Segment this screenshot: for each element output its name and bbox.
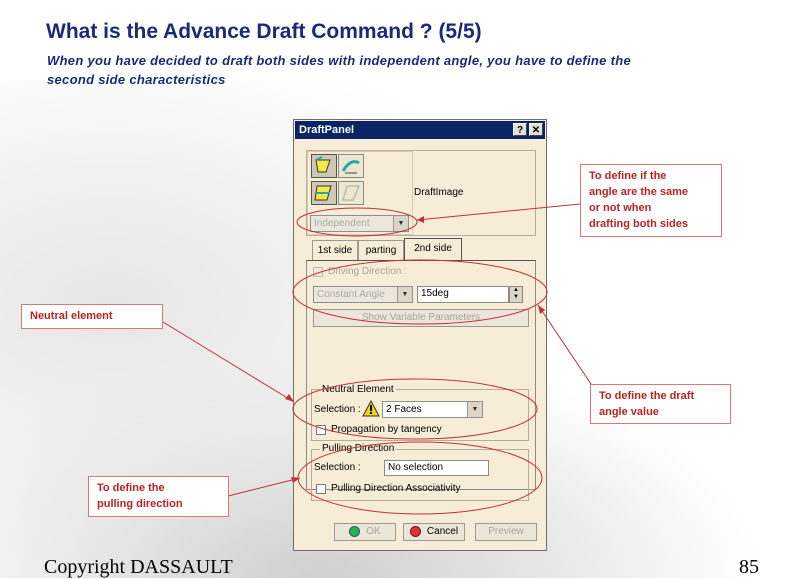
angle-highlight-ellipse [292, 259, 548, 325]
callout-same-angle-line-3: or not when [589, 202, 652, 214]
arrowhead-angle [538, 305, 545, 314]
callout-draft-angle-line-1: To define the draft [599, 390, 695, 402]
callout-same-angle-line-2: angle are the same [589, 186, 689, 198]
callout-pulling-line-2: pulling direction [97, 498, 183, 510]
callout-neutral-line: Neutral element [30, 310, 113, 322]
callout-pulling-direction: To define the pulling direction [88, 476, 229, 517]
callout-line-mode [416, 203, 581, 221]
callout-same-angle-line-1: To define if the [589, 170, 667, 182]
callout-line-neutral [162, 321, 295, 403]
pulling-highlight-ellipse [297, 441, 543, 515]
callout-line-angle [537, 304, 596, 391]
mode-highlight-ellipse [296, 207, 418, 237]
callout-draft-angle-line-2: angle value [599, 406, 659, 418]
callout-pulling-line-1: To define the [97, 482, 165, 494]
callout-line-pulling [227, 477, 301, 497]
callout-same-angle: To define if the angle are the same or n… [580, 164, 722, 237]
arrowhead-neutral [285, 394, 294, 402]
neutral-highlight-ellipse [292, 378, 538, 440]
arrowhead-mode [417, 216, 424, 223]
callout-same-angle-line-4: drafting both sides [589, 218, 688, 230]
copyright-footer: Copyright DASSAULT [44, 556, 233, 578]
callout-neutral-element: Neutral element [21, 304, 163, 329]
callout-draft-angle: To define the draft angle value [590, 384, 731, 424]
page-number: 85 [739, 556, 759, 578]
